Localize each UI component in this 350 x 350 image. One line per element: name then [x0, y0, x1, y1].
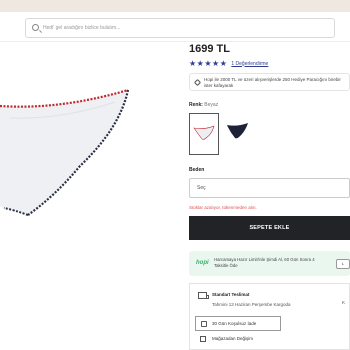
delivery-price: K [342, 300, 346, 305]
color-swatch-navy[interactable] [222, 113, 252, 155]
color-swatch-white[interactable] [189, 113, 219, 155]
header-divider [0, 41, 350, 42]
reviews-link[interactable]: 1 Değerlendirme [231, 61, 268, 67]
tag-icon [193, 78, 202, 87]
return-policy[interactable]: 30 Gün Koşulsuz İade [195, 316, 281, 331]
color-label: Renk: [189, 102, 203, 108]
search-bar[interactable] [25, 18, 335, 38]
store-change-label[interactable]: Mağazadan Değişim [212, 336, 253, 341]
hopi-button[interactable]: L [336, 259, 350, 269]
hopi-text: Harcamaya Hazır Limit'inle Şimdi Al, 60 … [214, 257, 315, 268]
add-to-cart-button[interactable]: SEPETE EKLE [189, 216, 350, 240]
color-value: Beyaz [204, 102, 219, 108]
delivery-title: Standart Teslimat [212, 292, 250, 297]
white-variant-thumbnail [193, 125, 215, 140]
hopi-logo: hopi [196, 260, 209, 266]
rating-stars-icon: ★★★★★ [189, 59, 228, 68]
store-icon [200, 336, 206, 342]
promo-banner: Hopi ile 2000 TL ve üzeri alışverişlerde… [189, 73, 350, 91]
product-price: 1699 TL [189, 43, 230, 55]
search-icon [32, 24, 39, 31]
stock-warning: Stoklar azalıyor, tükenmeden alın. [189, 205, 257, 210]
return-label: 30 Gün Koşulsuz İade [212, 321, 257, 326]
truck-icon [198, 292, 209, 299]
hopi-banner: hopi Harcamaya Hazır Limit'inle Şimdi Al… [189, 251, 350, 276]
product-image[interactable] [0, 88, 135, 218]
delivery-box: Standart Teslimat Tahmini 13 Haziran Per… [189, 283, 350, 350]
size-select[interactable]: Seç [189, 178, 350, 198]
size-select-value: Seç [197, 185, 206, 191]
return-icon [201, 321, 207, 327]
rating-row[interactable]: ★★★★★ 1 Değerlendirme [189, 59, 268, 68]
promo-text: Hopi ile 2000 TL ve üzeri alışverişlerde… [204, 77, 341, 88]
size-label: Beden [189, 167, 205, 173]
delivery-estimate: Tahmini 13 Haziran Perşembe Kargoda [212, 302, 291, 307]
top-banner [0, 0, 350, 12]
navy-variant-thumbnail [227, 123, 248, 139]
color-row: Renk: Beyaz [189, 102, 218, 108]
search-input[interactable] [43, 21, 323, 35]
